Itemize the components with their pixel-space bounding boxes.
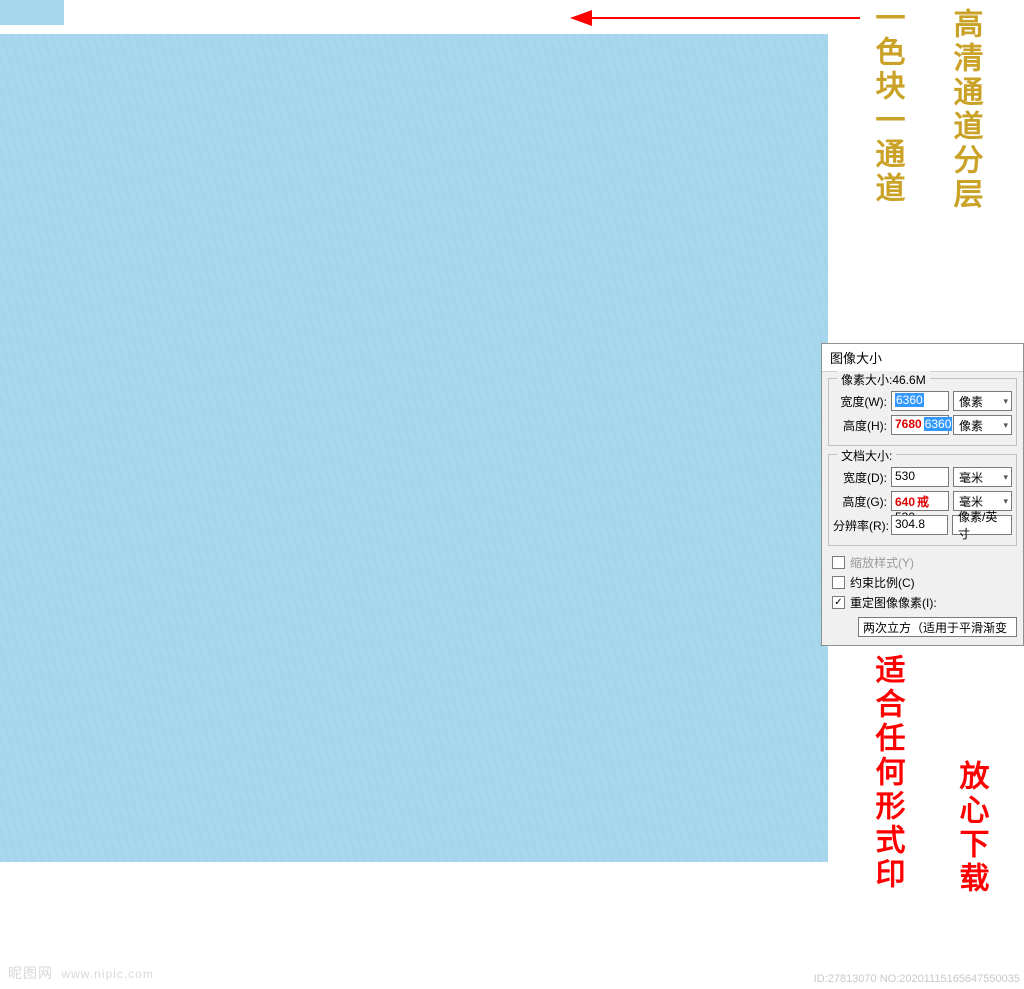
pixel-size-legend: 像素大小:46.6M bbox=[837, 371, 930, 388]
watermark-left: 昵图网 www.nipic.com bbox=[8, 963, 154, 983]
scale-styles-check-row: 缩放样式(Y) bbox=[832, 554, 1017, 571]
resample-method-select[interactable]: 两次立方（适用于平滑渐变 bbox=[858, 617, 1017, 637]
resolution-unit[interactable]: 像素/英寸 bbox=[952, 515, 1012, 535]
chevron-down-icon: ▾ bbox=[1003, 496, 1008, 507]
pixel-width-label: 宽度(W): bbox=[833, 393, 887, 410]
pixel-width-row: 宽度(W): 6360 像素▾ bbox=[833, 391, 1012, 411]
arrow-line bbox=[588, 17, 860, 19]
pixel-width-unit[interactable]: 像素▾ bbox=[953, 391, 1012, 411]
doc-width-input[interactable]: 530 bbox=[891, 467, 949, 487]
dialog-body: 像素大小:46.6M 宽度(W): 6360 像素▾ 高度(H): 768063… bbox=[822, 372, 1023, 645]
pixel-height-row: 高度(H): 76806360 像素▾ bbox=[833, 415, 1012, 435]
doc-height-input[interactable]: 640戒 530 bbox=[891, 491, 949, 511]
resolution-input[interactable]: 304.8 bbox=[891, 515, 948, 535]
doc-width-unit[interactable]: 毫米▾ bbox=[953, 467, 1012, 487]
pixel-height-input[interactable]: 76806360 bbox=[891, 415, 949, 435]
canvas-preview bbox=[0, 34, 828, 862]
top-tab bbox=[0, 0, 64, 25]
constrain-label: 约束比例(C) bbox=[850, 574, 915, 591]
scale-styles-label: 缩放样式(Y) bbox=[850, 554, 914, 571]
annotation-red-left: 适合任何形式印 bbox=[866, 654, 907, 892]
resample-check-row: 重定图像像素(I): bbox=[832, 594, 1017, 611]
resample-label: 重定图像像素(I): bbox=[850, 594, 937, 611]
watermark-brand: 昵图网 bbox=[8, 967, 53, 982]
doc-width-row: 宽度(D): 530 毫米▾ bbox=[833, 467, 1012, 487]
resample-checkbox[interactable] bbox=[832, 596, 845, 609]
annotation-gold-right: 高清通道分层 bbox=[944, 8, 985, 212]
pixel-size-group: 像素大小:46.6M 宽度(W): 6360 像素▾ 高度(H): 768063… bbox=[828, 378, 1017, 446]
doc-size-legend: 文档大小: bbox=[837, 447, 896, 464]
doc-size-group: 文档大小: 宽度(D): 530 毫米▾ 高度(G): 640戒 530 毫米▾… bbox=[828, 454, 1017, 546]
chevron-down-icon: ▾ bbox=[1003, 420, 1008, 431]
constrain-check-row: 约束比例(C) bbox=[832, 574, 1017, 591]
pixel-width-input[interactable]: 6360 bbox=[891, 391, 949, 411]
annotation-gold-left: 一色块一通道 bbox=[866, 2, 907, 206]
pixel-height-unit[interactable]: 像素▾ bbox=[953, 415, 1012, 435]
resolution-row: 分辨率(R): 304.8 像素/英寸 bbox=[833, 515, 1012, 535]
watermark-site: www.nipic.com bbox=[62, 967, 154, 981]
annotation-red-right: 放心下载 bbox=[950, 760, 991, 896]
resolution-label: 分辨率(R): bbox=[833, 517, 887, 534]
watermark-right: ID:27813070 NO:20201115165647550035 bbox=[814, 973, 1020, 985]
doc-height-label: 高度(G): bbox=[833, 493, 887, 510]
chevron-down-icon: ▾ bbox=[1003, 472, 1008, 483]
arrow-head-icon bbox=[570, 10, 592, 26]
scale-styles-checkbox[interactable] bbox=[832, 556, 845, 569]
pixel-height-label: 高度(H): bbox=[833, 417, 887, 434]
chevron-down-icon: ▾ bbox=[1003, 396, 1008, 407]
image-size-dialog: 图像大小 像素大小:46.6M 宽度(W): 6360 像素▾ 高度(H): 7… bbox=[821, 343, 1024, 646]
dialog-title: 图像大小 bbox=[822, 344, 1023, 372]
constrain-checkbox[interactable] bbox=[832, 576, 845, 589]
doc-width-label: 宽度(D): bbox=[833, 469, 887, 486]
red-arrow bbox=[570, 10, 860, 26]
